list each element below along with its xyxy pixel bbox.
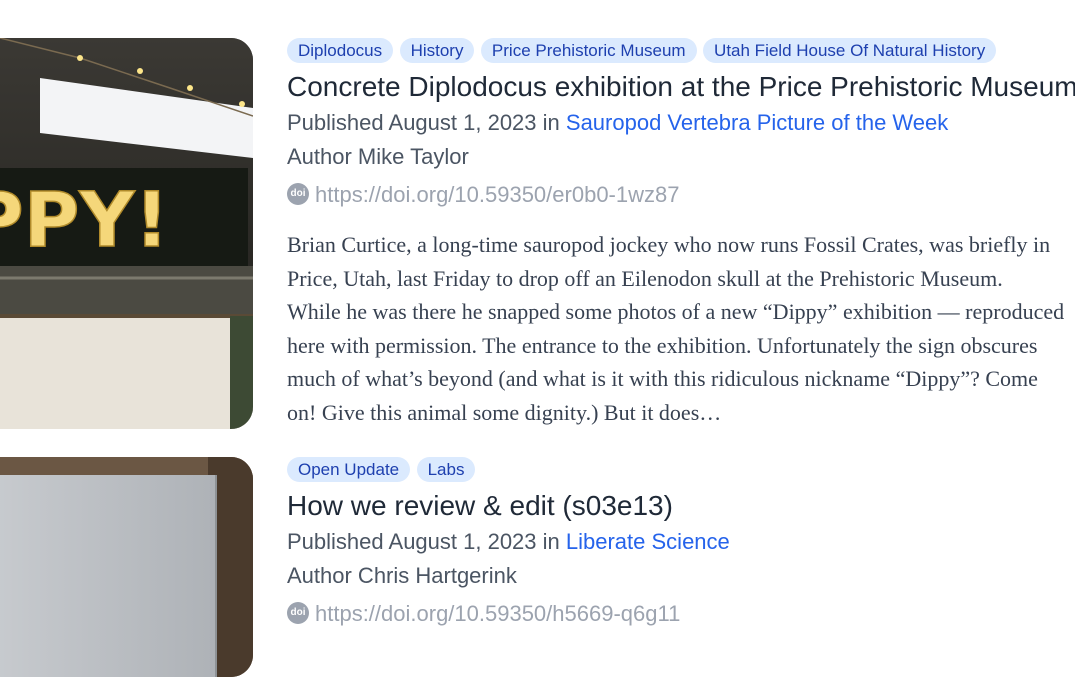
post-title[interactable]: How we review & edit (s03e13) (287, 487, 1075, 525)
tag-list: Open Update Labs (287, 457, 1075, 483)
published-line: Published August 1, 2023 in Liberate Sci… (287, 525, 1075, 559)
post-thumbnail[interactable] (0, 457, 253, 677)
excerpt-line: much of what’s beyond (and what is it wi… (287, 366, 1038, 392)
excerpt-line: Price, Utah, last Friday to drop off an … (287, 265, 1003, 291)
post-content: Open Update Labs How we review & edit (s… (287, 457, 1075, 631)
post-card: Open Update Labs How we review & edit (s… (0, 457, 1075, 677)
post-title[interactable]: Concrete Diplodocus exhibition at the Pr… (287, 68, 1075, 106)
published-line: Published August 1, 2023 in Sauropod Ver… (287, 106, 1075, 140)
author-line: Author Mike Taylor (287, 144, 469, 169)
blog-link[interactable]: Sauropod Vertebra Picture of the Week (566, 110, 948, 135)
excerpt-line: While he was there he snapped some photo… (287, 299, 1065, 325)
post-card: PPY! Diplodocus History Price Prehistori… (0, 38, 1075, 430)
post-thumbnail[interactable]: PPY! (0, 38, 253, 429)
tag[interactable]: History (399, 38, 475, 63)
post-content: Diplodocus History Price Prehistoric Mus… (287, 38, 1075, 430)
excerpt-line: Brian Curtice, a long-time sauropod jock… (287, 232, 1051, 257)
blog-link[interactable]: Liberate Science (566, 529, 730, 554)
post-photo (0, 457, 253, 677)
doi-row: doi https://doi.org/10.59350/er0b0-1wz87 (287, 178, 1075, 212)
tag[interactable]: Labs (416, 457, 476, 482)
doi-icon: doi (287, 602, 309, 625)
post-excerpt: Brian Curtice, a long-time sauropod jock… (287, 228, 1075, 430)
excerpt-line: on! Give this animal some dignity.) But … (287, 399, 722, 425)
doi-link[interactable]: https://doi.org/10.59350/h5669-q6g11 (315, 601, 680, 626)
doi-row: doi https://doi.org/10.59350/h5669-q6g11 (287, 597, 1075, 631)
doi-link[interactable]: https://doi.org/10.59350/er0b0-1wz87 (315, 182, 679, 207)
published-date: Published August 1, 2023 in (287, 529, 560, 554)
tag[interactable]: Open Update (287, 457, 411, 482)
tag-list: Diplodocus History Price Prehistoric Mus… (287, 38, 1075, 64)
author-line: Author Chris Hartgerink (287, 563, 517, 588)
tag[interactable]: Utah Field House Of Natural History (703, 38, 997, 63)
exhibition-photo: PPY! (0, 38, 253, 429)
published-date: Published August 1, 2023 in (287, 110, 560, 135)
sign-text: PPY! (0, 175, 169, 264)
tag[interactable]: Diplodocus (287, 38, 394, 63)
tag[interactable]: Price Prehistoric Museum (480, 38, 697, 63)
doi-icon: doi (287, 183, 309, 206)
excerpt-line: here with permission. The entrance to th… (287, 332, 1038, 358)
